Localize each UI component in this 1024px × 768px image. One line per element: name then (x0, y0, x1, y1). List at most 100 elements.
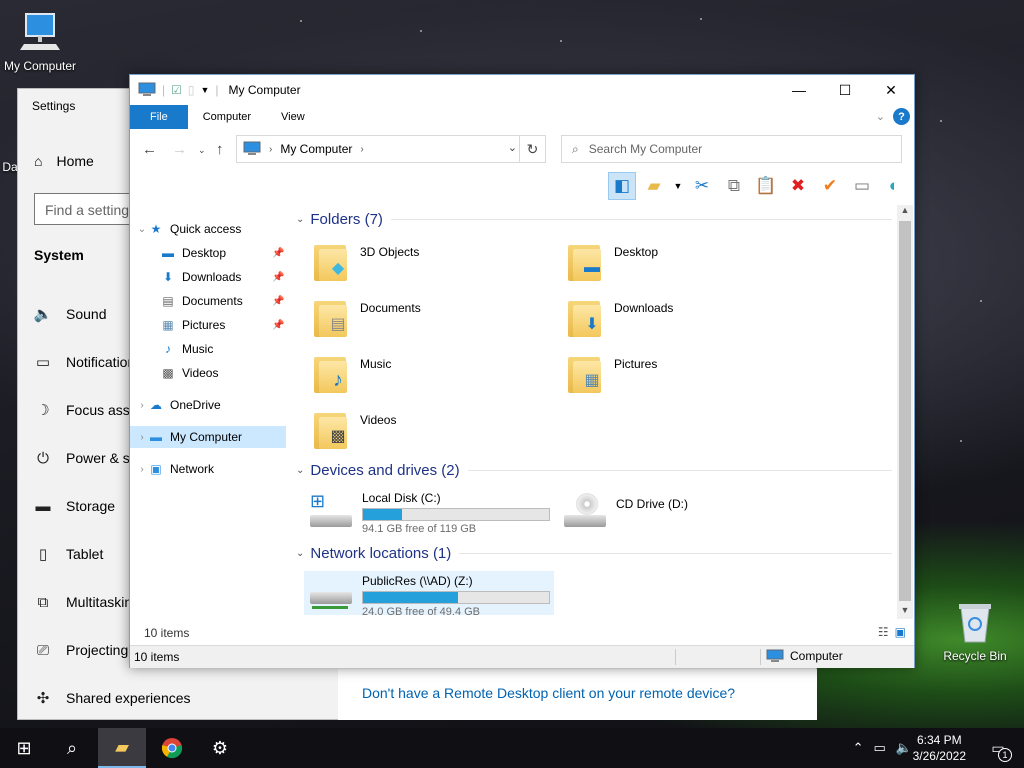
settings-item-focus-assist[interactable]: ☽ Focus assist (34, 401, 144, 419)
chevron-down-icon[interactable]: ⌄ (296, 214, 304, 225)
taskbar-chrome[interactable] (148, 728, 196, 768)
explorer-titlebar[interactable]: | ☑ ▯ ▼ | My Computer — ☐ ✕ (130, 75, 914, 105)
help-icon[interactable]: ? (893, 108, 910, 125)
nav-item-network[interactable]: › ▣ Network (136, 458, 214, 480)
close-button[interactable]: ✕ (868, 75, 914, 105)
chevron-right-icon[interactable]: › (136, 464, 148, 475)
search-box[interactable]: ⌕ (561, 135, 902, 163)
delete-button[interactable]: ✖ (784, 172, 812, 200)
chevron-down-icon[interactable]: ⌄ (296, 465, 304, 476)
settings-item-shared[interactable]: ✣ Shared experiences (34, 689, 191, 707)
nav-item-desktop[interactable]: ▬ Desktop 📌 (160, 242, 290, 264)
pin-icon[interactable]: 📌 (272, 248, 284, 259)
vertical-scrollbar[interactable]: ▲ ▼ (897, 205, 913, 619)
chevron-up-icon[interactable]: ⌃ (853, 740, 864, 756)
windows-logo-icon: ⊞ (16, 737, 32, 758)
chevron-down-icon[interactable]: ▼ (201, 85, 210, 95)
tab-file[interactable]: File (130, 105, 188, 129)
search-input[interactable] (588, 142, 869, 156)
explorer-window: | ☑ ▯ ▼ | My Computer — ☐ ✕ File Compute… (129, 74, 915, 668)
nav-item-onedrive[interactable]: › ☁ OneDrive (136, 394, 220, 416)
drive-cd-d[interactable]: CD Drive (D:) (562, 491, 688, 531)
network-icon[interactable]: ▭ (874, 740, 886, 756)
remote-desktop-link[interactable]: Don't have a Remote Desktop client on yo… (362, 685, 735, 701)
folder-icon: ♪ (314, 355, 352, 395)
new-folder-icon[interactable]: ▯ (188, 83, 195, 97)
network-button[interactable]: ◐ (880, 172, 908, 200)
new-folder-dropdown[interactable]: ▼ (672, 172, 684, 200)
search-button[interactable]: ⌕ (48, 728, 96, 768)
chevron-right-icon[interactable]: › (136, 432, 148, 443)
start-button[interactable]: ⊞ (0, 728, 48, 768)
preview-pane-button[interactable]: ◧ (608, 172, 636, 200)
forward-button[interactable]: → (172, 141, 187, 158)
settings-home[interactable]: ⌂ Home (34, 153, 94, 169)
cut-button[interactable]: ✂ (688, 172, 716, 200)
refresh-button[interactable]: ↻ (519, 136, 545, 162)
address-bar[interactable]: › My Computer › ⌄ ↻ (236, 135, 546, 163)
drive-local-disk-c[interactable]: ⊞ Local Disk (C:) 94.1 GB free of 119 GB (308, 491, 550, 535)
up-button[interactable]: ↑ (216, 141, 224, 158)
volume-icon[interactable]: 🔈 (896, 740, 912, 756)
maximize-button[interactable]: ☐ (822, 75, 868, 105)
pin-icon[interactable]: 📌 (272, 320, 284, 331)
tab-view[interactable]: View (266, 105, 320, 129)
group-header-folders[interactable]: ⌄ Folders (7) (296, 211, 892, 228)
properties-button[interactable]: ▭ (848, 172, 876, 200)
settings-item-storage[interactable]: ▬ Storage (34, 497, 116, 515)
scroll-down-icon[interactable]: ▼ (897, 605, 913, 619)
chevron-right-icon[interactable]: › (136, 400, 148, 411)
tab-computer[interactable]: Computer (188, 105, 266, 129)
back-button[interactable]: ← (142, 141, 157, 158)
nav-item-quick-access[interactable]: ⌄ ★ Quick access (136, 218, 242, 240)
network-icon: ▣ (150, 462, 162, 476)
nav-item-documents[interactable]: ▤ Documents 📌 (160, 290, 290, 312)
breadcrumb-my-computer[interactable]: My Computer (280, 142, 352, 156)
nav-item-downloads[interactable]: ⬇ Downloads 📌 (160, 266, 290, 288)
desktop-icon-recycle-bin[interactable]: Recycle Bin (940, 600, 1010, 663)
large-icons-view-icon[interactable]: ▣ (895, 625, 906, 639)
copy-icon: ⧉ (727, 176, 741, 195)
clock[interactable]: 6:34 PM 3/26/2022 (913, 732, 966, 764)
properties-icon: ▭ (853, 176, 871, 195)
new-folder-button[interactable]: ▰ (640, 172, 668, 200)
breadcrumb-chevron-icon[interactable]: › (269, 144, 272, 155)
settings-item-multitasking[interactable]: ⧉ Multitasking (34, 593, 140, 611)
paste-button[interactable]: 📋 (752, 172, 780, 200)
nav-item-videos[interactable]: ▩ Videos (160, 362, 218, 384)
desktop-icon-my-computer[interactable]: My Computer (2, 10, 78, 73)
folder-pictures[interactable]: ▦ Pictures (568, 355, 657, 395)
settings-item-tablet[interactable]: ▯ Tablet (34, 545, 104, 563)
pin-icon[interactable]: 📌 (272, 296, 284, 307)
nav-item-pictures[interactable]: ▦ Pictures 📌 (160, 314, 290, 336)
chevron-down-icon[interactable]: ⌄ (296, 548, 304, 559)
nav-item-my-computer[interactable]: › ▬ My Computer (130, 426, 286, 448)
properties-icon[interactable]: ☑ (171, 83, 182, 97)
group-header-devices[interactable]: ⌄ Devices and drives (2) (296, 462, 892, 479)
network-location-publicres[interactable]: PublicRes (\\AD) (Z:) 24.0 GB free of 49… (304, 571, 554, 615)
folder-documents[interactable]: ▤ Documents (314, 299, 421, 339)
chevron-down-icon[interactable]: ⌄ (136, 224, 148, 235)
address-dropdown-icon[interactable]: ⌄ (508, 141, 517, 154)
folder-music[interactable]: ♪ Music (314, 355, 391, 395)
nav-item-music[interactable]: ♪ Music (160, 338, 213, 360)
minimize-button[interactable]: — (776, 75, 822, 105)
expand-ribbon-icon[interactable]: ⌄ (876, 110, 885, 123)
breadcrumb-chevron-icon[interactable]: › (360, 144, 363, 155)
recent-locations-button[interactable]: ⌄ (198, 145, 206, 156)
scroll-up-icon[interactable]: ▲ (897, 205, 913, 219)
folder-videos[interactable]: ▩ Videos (314, 411, 396, 451)
folder-3d-objects[interactable]: ◆ 3D Objects (314, 243, 419, 283)
details-view-icon[interactable]: ☷ (878, 625, 889, 639)
copy-button[interactable]: ⧉ (720, 172, 748, 200)
taskbar-file-explorer[interactable]: ▰ (98, 728, 146, 768)
taskbar-settings[interactable]: ⚙ (196, 728, 244, 768)
pin-icon[interactable]: 📌 (272, 272, 284, 283)
folder-downloads[interactable]: ⬇ Downloads (568, 299, 673, 339)
rename-button[interactable]: ✔ (816, 172, 844, 200)
scrollbar-thumb[interactable] (899, 221, 911, 601)
folder-desktop[interactable]: ▬ Desktop (568, 243, 658, 283)
settings-item-sound[interactable]: 🔈 Sound (34, 305, 107, 323)
action-center-button[interactable]: ▭ 1 (986, 736, 1012, 762)
group-header-network[interactable]: ⌄ Network locations (1) (296, 545, 892, 562)
